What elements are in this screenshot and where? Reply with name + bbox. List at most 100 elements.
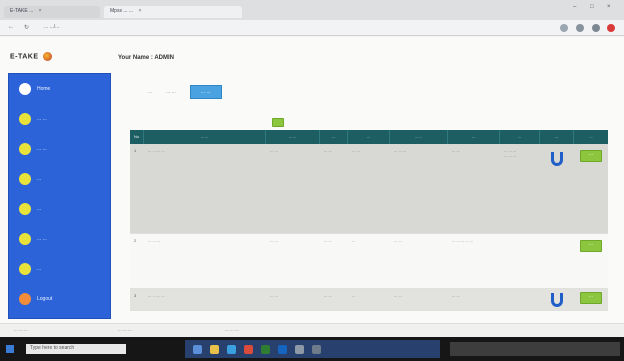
url-field[interactable]: ... .../... <box>44 24 424 33</box>
system-tray <box>450 342 620 356</box>
filter-tab[interactable]: ... <box>148 89 152 95</box>
cell: ... ... <box>394 238 402 243</box>
app-icon[interactable] <box>278 344 287 354</box>
action-button[interactable]: ... <box>580 240 602 252</box>
sidebar-item[interactable]: ... ... <box>19 112 47 126</box>
sidebar-item[interactable]: ... ... <box>19 142 47 156</box>
filter-tab-active[interactable]: ... ... <box>189 85 222 99</box>
menu-item-icon <box>19 203 31 215</box>
sidebar-item[interactable]: ... ... <box>19 232 47 246</box>
row-number: 2 <box>134 238 137 243</box>
cell: ... ... <box>452 148 460 153</box>
app-icon[interactable] <box>295 344 304 354</box>
column-header: ... <box>540 130 574 144</box>
column-header: ... <box>348 130 390 144</box>
close-tab-icon[interactable]: × <box>138 8 141 14</box>
start-button[interactable] <box>6 345 14 353</box>
row-number: 1 <box>134 148 137 153</box>
sidebar-item-label: ... <box>37 176 42 182</box>
app-icon[interactable] <box>244 344 253 354</box>
sidebar-item-logout[interactable]: Logout <box>19 292 52 306</box>
filter-tabs: ... ... ... ... ... <box>148 85 222 99</box>
close-window-button[interactable]: × <box>607 4 611 10</box>
screen: E-TAKE ... × Mpss ... ... × – □ × ← ↻ ..… <box>0 0 624 361</box>
profile-icon[interactable] <box>607 24 615 32</box>
cell: ... ... ... ... ... ... <box>504 148 517 158</box>
cell: ... ... <box>324 148 332 153</box>
home-icon <box>19 83 31 95</box>
cell: ... ... <box>324 238 332 243</box>
browser-tab[interactable]: E-TAKE ... × <box>4 6 100 18</box>
table-row: 1 ... ... ... ... ... ... ... ... ... ..… <box>130 144 608 234</box>
table-row: 2 ... ... ... ... ... ... ... ... ... ..… <box>130 234 608 289</box>
add-button[interactable] <box>272 118 284 127</box>
menu-item-icon <box>19 113 31 125</box>
extension-icon[interactable] <box>560 24 568 32</box>
column-header: ... <box>448 130 500 144</box>
brand-logo-icon <box>43 52 52 61</box>
cell: ... <box>352 293 356 298</box>
browser-tab-active[interactable]: Mpss ... ... × <box>104 6 242 18</box>
app-icon[interactable] <box>193 344 202 354</box>
maximize-button[interactable]: □ <box>590 4 594 10</box>
column-header: ... ... <box>144 130 266 144</box>
sidebar-item-label: Home <box>37 86 51 92</box>
sidebar-item-label: ... <box>37 206 42 212</box>
sidebar-item-home[interactable]: Home <box>19 82 50 96</box>
app-brand[interactable]: E-TAKE <box>10 52 52 61</box>
tab-label: Mpss ... ... <box>110 8 134 14</box>
app-icon[interactable] <box>312 344 321 354</box>
app-icon[interactable] <box>261 344 270 354</box>
browser-icon[interactable] <box>227 344 236 354</box>
sidebar-item-label: ... ... <box>37 236 47 242</box>
sidebar-item[interactable]: ... <box>19 172 41 186</box>
action-button[interactable]: ... <box>580 292 602 304</box>
sidebar-item[interactable]: ... <box>19 262 41 276</box>
os-taskbar: Type here to search <box>0 337 624 361</box>
sidebar-item-label: ... ... <box>37 116 47 122</box>
extension-icon[interactable] <box>576 24 584 32</box>
main-content: ... ... ... ... ... No ... ... ... ... .… <box>120 73 614 323</box>
sidebar-item-label: ... ... <box>37 146 47 152</box>
address-bar: ← ↻ ... .../... <box>0 20 624 36</box>
table-row: 3 ... ... ... ... ... ... ... ... ... ..… <box>130 289 608 311</box>
menu-item-icon <box>19 143 31 155</box>
cell: ... ... ... ... ... <box>452 238 474 243</box>
back-button[interactable]: ← <box>8 24 14 30</box>
column-header: ... ... <box>266 130 320 144</box>
download-item[interactable]: ... ... ... <box>225 327 239 332</box>
column-header: ... <box>500 130 540 144</box>
menu-item-icon <box>19 173 31 185</box>
cell: ... ... <box>324 293 332 298</box>
cell: ... ... <box>270 148 278 153</box>
cell: ... ... ... ... <box>148 293 165 298</box>
brand-name: E-TAKE <box>10 53 39 61</box>
sidebar-item[interactable]: ... <box>19 202 41 216</box>
browser-tabbar: E-TAKE ... × Mpss ... ... × – □ × <box>0 0 624 20</box>
reload-button[interactable]: ↻ <box>24 24 29 31</box>
cell: ... ... <box>394 293 402 298</box>
download-item[interactable]: ... ... ... <box>118 327 132 332</box>
cell: ... ... ... <box>394 148 407 153</box>
menu-item-icon <box>19 263 31 275</box>
row-number: 3 <box>134 293 137 298</box>
taskbar-apps <box>185 340 440 358</box>
download-item[interactable]: ... ... ... <box>14 327 28 332</box>
column-header: No <box>130 130 144 144</box>
u-icon[interactable] <box>551 152 563 166</box>
action-button[interactable]: ... <box>580 150 602 162</box>
download-bar: ... ... ... ... ... ... ... ... ... <box>0 323 624 337</box>
folder-icon[interactable] <box>210 344 219 354</box>
cell: ... ... ... <box>148 238 161 243</box>
cell: ... <box>352 238 356 243</box>
sidebar: Home ... ... ... ... ... ... ... ... ...… <box>8 73 111 319</box>
close-tab-icon[interactable]: × <box>39 8 42 14</box>
extension-icon[interactable] <box>592 24 600 32</box>
tab-label: E-TAKE ... <box>10 8 34 14</box>
minimize-button[interactable]: – <box>573 4 576 10</box>
menu-item-icon <box>19 233 31 245</box>
taskbar-search[interactable]: Type here to search <box>26 344 126 354</box>
column-header: ... <box>320 130 348 144</box>
filter-tab[interactable]: ... ... <box>166 89 176 95</box>
u-icon[interactable] <box>551 293 563 307</box>
